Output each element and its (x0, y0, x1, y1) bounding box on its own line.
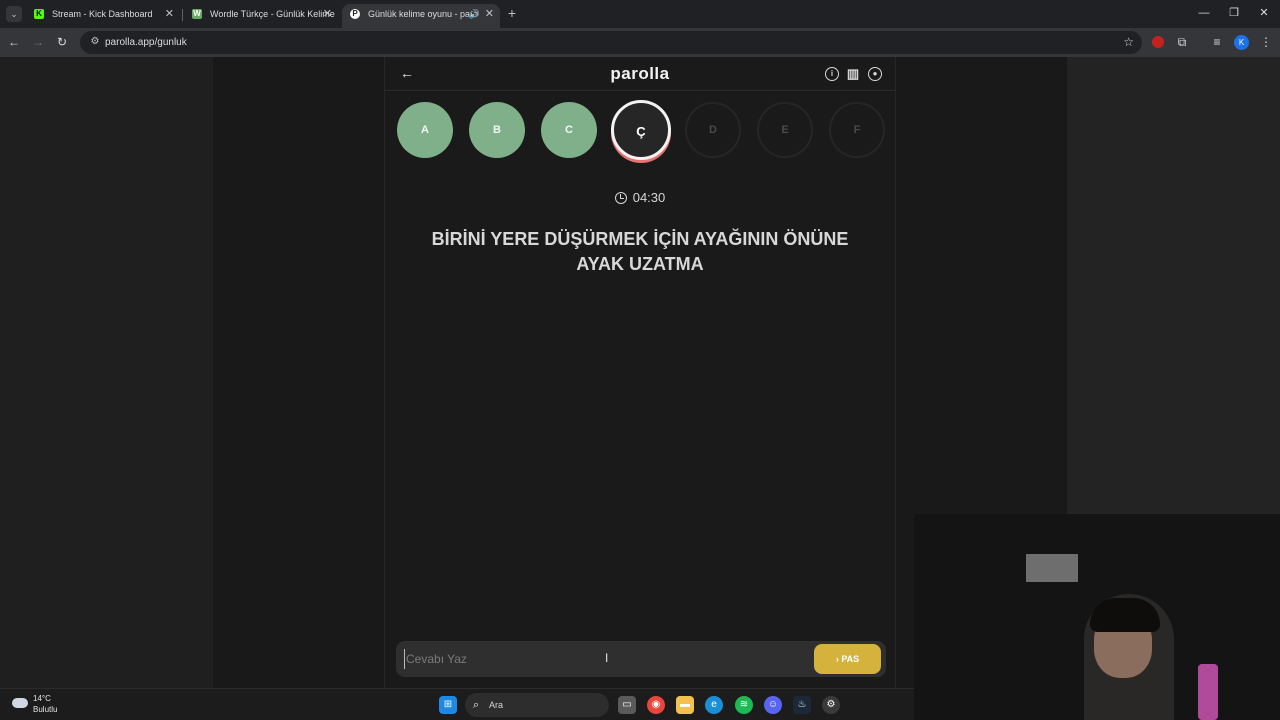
restore-icon[interactable]: ❐ (1224, 5, 1244, 21)
browser-tab-strip: ⌄ K Stream - Kick Dashboard ✕ W Wordle T… (0, 0, 1280, 28)
reload-icon[interactable]: ↻ (54, 34, 70, 50)
wordle-favicon-icon: W (192, 9, 202, 19)
kick-favicon-icon: K (34, 9, 44, 19)
tab-title: Stream - Kick Dashboard (52, 9, 153, 19)
pass-button[interactable]: › PAS (814, 644, 881, 674)
letter-c-cedilla-current: Ç (611, 100, 671, 160)
info-icon[interactable]: i (825, 67, 839, 81)
app-header: ← parolla i ▥ ● (385, 57, 895, 91)
task-view-icon[interactable]: ▭ (618, 696, 636, 714)
chevron-right-icon: › (835, 654, 839, 664)
weather-widget[interactable]: 14°C Bulutlu (12, 694, 72, 716)
parolla-favicon-icon: P (350, 9, 360, 19)
timer-value: 04:30 (632, 190, 666, 205)
countdown-timer: 04:30 (385, 190, 895, 205)
text-cursor-icon: I (605, 651, 609, 665)
extension-badge-icon[interactable] (1152, 36, 1164, 48)
parolla-app: ← parolla i ▥ ● A B C Ç D E F 04:30 BİRİ… (384, 57, 896, 688)
spotify-icon[interactable]: ≋ (735, 696, 753, 714)
webcam-person-hair (1090, 598, 1160, 632)
windows-start-icon[interactable]: ⊞ (439, 696, 457, 714)
chrome-icon[interactable]: ◉ (647, 696, 665, 714)
left-gutter (0, 57, 213, 688)
extensions-puzzle-icon[interactable]: ⧉ (1174, 34, 1190, 50)
letter-f: F (829, 102, 885, 158)
file-explorer-icon[interactable]: ▬ (676, 696, 694, 714)
address-url[interactable]: parolla.app/gunluk (105, 36, 187, 49)
app-gear-icon[interactable]: ⚙ (822, 696, 840, 714)
right-gutter (1067, 57, 1280, 514)
tab-close-icon[interactable]: ✕ (323, 4, 332, 24)
menu-kebab-icon[interactable]: ⋮ (1258, 34, 1274, 50)
weather-temp: 14°C (33, 694, 51, 703)
search-label: Ara (489, 700, 504, 710)
address-bar[interactable]: ⚙ parolla.app/gunluk ☆ (80, 31, 1142, 54)
user-account-icon[interactable]: ● (868, 67, 882, 81)
clock-icon (614, 192, 627, 204)
letter-d: D (685, 102, 741, 158)
stats-chart-icon[interactable]: ▥ (846, 67, 860, 81)
tab-title: Wordle Türkçe - Günlük Kelime (210, 9, 335, 19)
webcam-overlay (914, 514, 1280, 720)
tab-close-icon[interactable]: ✕ (165, 4, 174, 24)
site-info-icon[interactable]: ⚙ (88, 35, 102, 49)
letter-e: E (757, 102, 813, 158)
close-window-icon[interactable]: ✕ (1254, 5, 1274, 21)
answer-bar: I › PAS (396, 641, 886, 677)
weather-desc: Bulutlu (33, 705, 58, 714)
tab-close-icon[interactable]: ✕ (485, 4, 494, 24)
tab-title: Günlük kelime oyunu - paro (368, 9, 479, 19)
minimize-icon[interactable]: — (1194, 5, 1214, 21)
tab-gunluk-kelime-oyunu[interactable]: P Günlük kelime oyunu - paro 🔊 ✕ (342, 4, 500, 28)
taskbar-search[interactable]: ⌕ Ara (465, 693, 609, 717)
discord-icon[interactable]: ☺ (764, 696, 782, 714)
app-logo[interactable]: parolla (385, 64, 895, 84)
reading-list-icon[interactable]: ≡ (1209, 34, 1225, 50)
letter-a: A (397, 102, 453, 158)
back-arrow-icon[interactable]: ← (6, 34, 22, 50)
webcam-rgb-light (1198, 664, 1218, 720)
cloud-icon (12, 698, 28, 708)
edge-icon[interactable]: e (705, 696, 723, 714)
windows-taskbar: 14°C Bulutlu ⊞ ⌕ Ara ▭ ◉ ▬ e ≋ ☺ ♨ ⚙ (0, 688, 914, 720)
webcam-background-window (1026, 554, 1078, 582)
pass-label: PAS (841, 654, 860, 664)
speaker-icon[interactable]: 🔊 (469, 4, 480, 24)
answer-input[interactable] (404, 649, 804, 669)
new-tab-button[interactable]: + (505, 5, 519, 21)
tab-wordle-turkce[interactable]: W Wordle Türkçe - Günlük Kelime ✕ (184, 4, 338, 28)
steam-icon[interactable]: ♨ (793, 696, 811, 714)
tab-separator (182, 9, 183, 21)
letter-b: B (469, 102, 525, 158)
bookmark-star-icon[interactable]: ☆ (1123, 35, 1134, 49)
question-text: BİRİNİ YERE DÜŞÜRMEK İÇİN AYAĞININ ÖNÜNE… (431, 229, 849, 274)
profile-avatar[interactable]: K (1234, 35, 1249, 50)
letter-c: C (541, 102, 597, 158)
tab-search-dropdown-icon[interactable]: ⌄ (6, 6, 22, 22)
search-icon: ⌕ (473, 699, 480, 711)
browser-toolbar: ← → ↻ ⚙ parolla.app/gunluk ☆ ⧉ ≡ K ⋮ (0, 28, 1280, 57)
forward-arrow-icon[interactable]: → (30, 34, 46, 50)
tab-kick-dashboard[interactable]: K Stream - Kick Dashboard ✕ (26, 4, 180, 28)
